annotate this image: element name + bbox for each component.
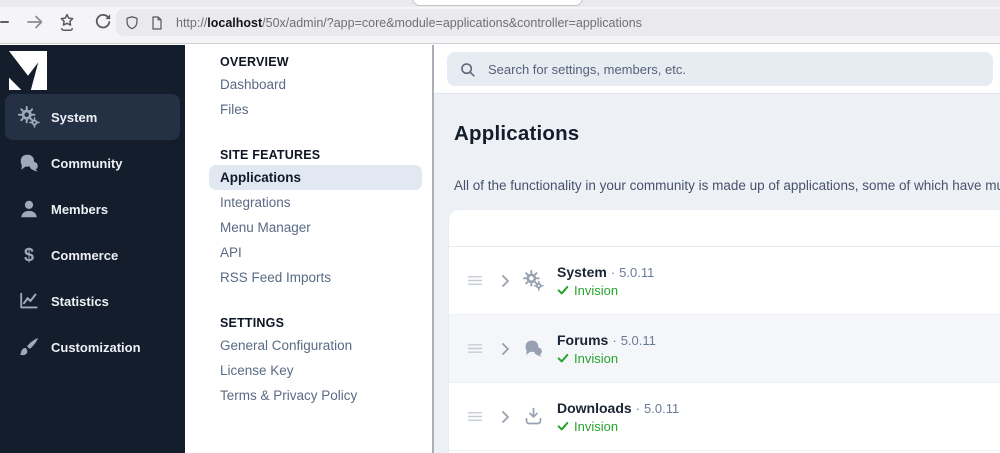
paintbrush-icon [18, 336, 40, 358]
url-text: http://localhost/50x/admin/?app=core&mod… [176, 16, 642, 30]
menu-section-site-features: SITE FEATURES Applications Integrations … [185, 144, 432, 290]
drag-handle-icon[interactable] [467, 342, 483, 355]
check-icon [557, 421, 569, 431]
sidebar-item-community[interactable]: Community [5, 140, 180, 186]
app-version: 5.0.11 [620, 332, 656, 348]
main-header [434, 45, 1000, 94]
sidebar-item-commerce[interactable]: $ Commerce [5, 232, 180, 278]
page-description: All of the functionality in your communi… [454, 178, 1000, 193]
applications-card: System · 5.0.11 Invision Forums · 5.0.11… [449, 210, 1000, 453]
primary-sidebar: System Community Members $ Commerce Stat… [0, 45, 185, 453]
star-badge-icon[interactable] [57, 12, 77, 32]
app-version: 5.0.11 [644, 400, 680, 416]
menu-link-dashboard[interactable]: Dashboard [209, 72, 422, 97]
browser-toolbar: http://localhost/50x/admin/?app=core&mod… [0, 0, 1000, 44]
menu-heading: OVERVIEW [220, 55, 289, 69]
url-bar[interactable]: http://localhost/50x/admin/?app=core&mod… [116, 9, 1000, 36]
chevron-right-icon[interactable] [500, 410, 511, 424]
check-icon [557, 285, 569, 295]
app-name: Forums [557, 331, 609, 348]
separator: · [635, 400, 641, 416]
applications-card-header [449, 210, 1000, 247]
chevron-right-icon[interactable] [500, 274, 511, 288]
sidebar-item-label: Statistics [51, 293, 109, 309]
app-author: Invision [574, 418, 619, 434]
shield-icon[interactable] [124, 15, 140, 31]
app-author: Invision [574, 282, 619, 298]
separator: · [610, 264, 616, 280]
forward-icon[interactable] [25, 12, 45, 32]
sidebar-item-label: Members [51, 201, 109, 217]
menu-link-files[interactable]: Files [209, 97, 422, 122]
menu-link-menu-manager[interactable]: Menu Manager [209, 215, 422, 240]
menu-heading: SETTINGS [220, 316, 285, 330]
person-icon [18, 198, 40, 220]
chat-bubbles-icon [18, 152, 40, 174]
sidebar-item-statistics[interactable]: Statistics [5, 278, 180, 324]
line-chart-icon [18, 290, 40, 312]
app-author: Invision [574, 350, 619, 366]
primary-nav: System Community Members $ Commerce Stat… [0, 94, 185, 370]
menu-link-api[interactable]: API [209, 240, 422, 265]
menu-link-rss-feed-imports[interactable]: RSS Feed Imports [209, 265, 422, 290]
app-row-forums[interactable]: Forums · 5.0.11 Invision [449, 315, 1000, 383]
menu-link-applications[interactable]: Applications [209, 165, 422, 190]
invision-logo[interactable] [9, 50, 47, 92]
app-row-downloads[interactable]: Downloads · 5.0.11 Invision [449, 383, 1000, 451]
admin-search[interactable] [447, 52, 993, 86]
app-row-text: Downloads · 5.0.11 Invision [557, 400, 679, 434]
menu-heading: SITE FEATURES [220, 148, 321, 162]
menu-section-settings: SETTINGS General Configuration License K… [185, 312, 432, 408]
browser-tab[interactable] [412, 0, 583, 6]
app-version: 5.0.11 [619, 264, 655, 280]
sidebar-item-customization[interactable]: Customization [5, 324, 180, 370]
menu-link-license-key[interactable]: License Key [209, 358, 422, 383]
menu-link-integrations[interactable]: Integrations [209, 190, 422, 215]
refresh-icon[interactable] [93, 12, 113, 32]
sidebar-item-label: Commerce [51, 247, 119, 263]
app-name: Downloads [557, 399, 632, 416]
app-name: System [557, 263, 607, 280]
chat-bubbles-icon [525, 340, 542, 357]
chevron-right-icon[interactable] [500, 342, 511, 356]
drag-handle-icon[interactable] [467, 410, 483, 423]
main-content: Applications All of the functionality in… [434, 45, 1000, 453]
sidebar-item-system[interactable]: System [5, 94, 180, 140]
sidebar-item-label: System [51, 109, 98, 125]
check-icon [557, 353, 569, 363]
app-row-system[interactable]: System · 5.0.11 Invision [449, 247, 1000, 315]
app-row-text: System · 5.0.11 Invision [557, 264, 654, 298]
back-button[interactable] [0, 21, 9, 23]
sidebar-item-label: Customization [51, 339, 141, 355]
download-icon [525, 407, 542, 425]
separator: · [612, 332, 617, 348]
search-icon [461, 62, 475, 77]
secondary-menu: OVERVIEW Dashboard Files SITE FEATURES A… [185, 45, 434, 453]
drag-handle-icon[interactable] [467, 274, 483, 287]
search-input[interactable] [486, 60, 981, 78]
url-domain: localhost [207, 15, 263, 30]
gears-icon [523, 270, 544, 291]
menu-section-overview: OVERVIEW Dashboard Files [185, 51, 432, 122]
gears-icon [18, 106, 40, 128]
dollar-icon: $ [23, 245, 34, 265]
url-prefix: http:// [176, 15, 208, 30]
admin-app: System Community Members $ Commerce Stat… [0, 45, 1000, 453]
page-info-icon[interactable] [149, 15, 165, 31]
url-path: /50x/admin/?app=core&module=applications… [262, 15, 642, 30]
sidebar-item-members[interactable]: Members [5, 186, 180, 232]
menu-link-terms-privacy-policy[interactable]: Terms & Privacy Policy [209, 383, 422, 408]
menu-link-general-configuration[interactable]: General Configuration [209, 333, 422, 358]
app-row-text: Forums · 5.0.11 Invision [557, 332, 656, 366]
page-title: Applications [454, 122, 580, 145]
sidebar-item-label: Community [51, 155, 123, 171]
